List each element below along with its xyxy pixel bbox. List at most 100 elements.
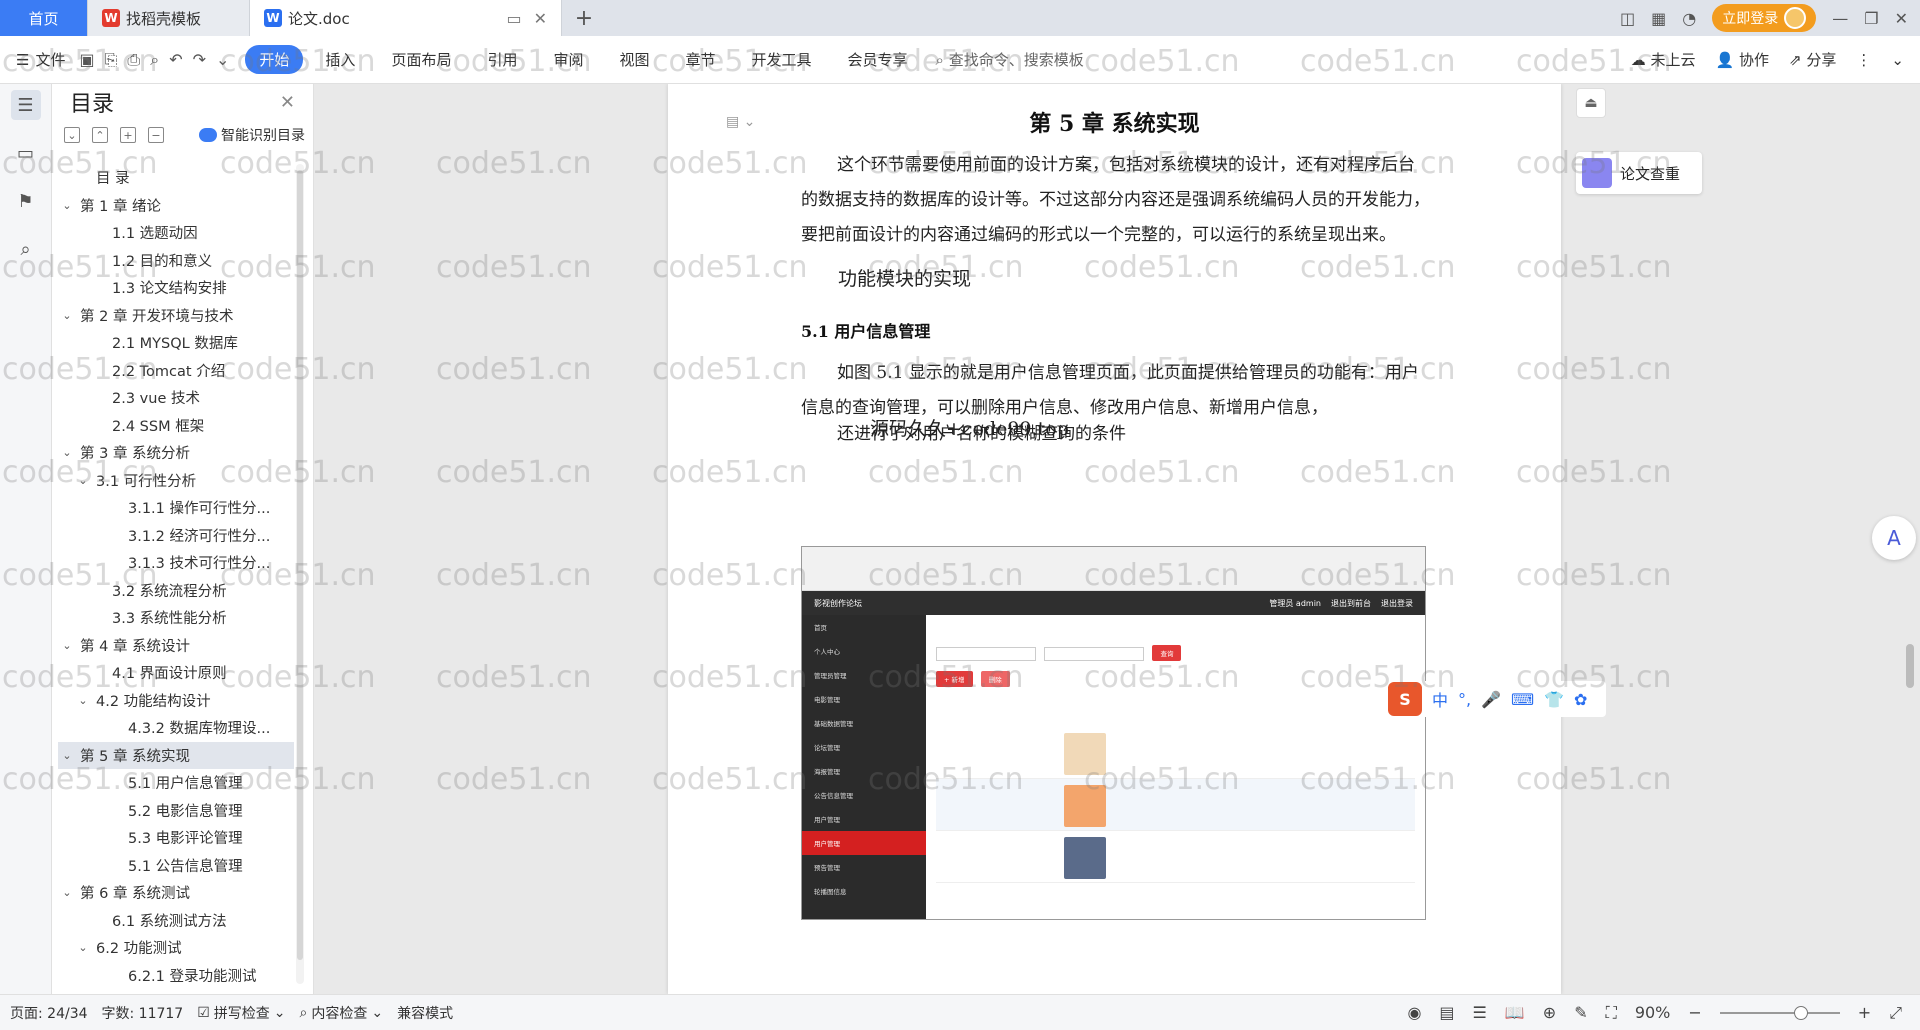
menu-section[interactable]: 章节 — [672, 45, 730, 74]
close-tab-icon[interactable]: ✕ — [534, 9, 547, 28]
add-tab-button[interactable]: + — [562, 0, 606, 36]
tab-document[interactable]: W 论文.doc ▭ ✕ — [250, 0, 562, 36]
chevron-down-icon[interactable]: ⌄ — [76, 694, 90, 707]
tab-template[interactable]: W 找稻壳模板 — [88, 0, 250, 36]
reading-view-icon[interactable]: 📖 — [1505, 1003, 1525, 1022]
save-icon[interactable]: ▣ — [79, 50, 94, 70]
menu-view[interactable]: 视图 — [605, 45, 663, 74]
ime-toolbar[interactable]: S 中 °, 🎤 ⌨ 👕 ✿ — [1382, 681, 1606, 717]
chevron-down-icon[interactable]: ⌄ — [60, 749, 74, 762]
assistant-float-icon[interactable]: A — [1872, 516, 1916, 560]
outline-view-icon[interactable]: ☰ — [1473, 1003, 1487, 1022]
undo-icon[interactable]: ↶ — [169, 50, 182, 70]
menu-page-layout[interactable]: 页面布局 — [377, 45, 465, 74]
toc-item[interactable]: 5.1 公告信息管理 — [58, 852, 294, 880]
menu-references[interactable]: 引用 — [473, 45, 531, 74]
toc-item[interactable]: 5.2 电影信息管理 — [58, 797, 294, 825]
collapse-all-icon[interactable]: ⌄ — [64, 127, 80, 143]
punctuation-icon[interactable]: °, — [1458, 690, 1471, 709]
cloud-status[interactable]: ☁ 未上云 — [1631, 49, 1696, 70]
collapse-ribbon-icon[interactable]: ⌄ — [1891, 51, 1904, 69]
toc-scrollbar[interactable] — [296, 164, 304, 984]
web-view-icon[interactable]: ⊕ — [1543, 1003, 1556, 1022]
ime-language[interactable]: 中 — [1432, 687, 1448, 711]
remove-heading-icon[interactable]: − — [148, 127, 164, 143]
zoom-in-icon[interactable]: + — [1858, 1003, 1871, 1022]
toc-item[interactable]: 5.3 电影评论管理 — [58, 824, 294, 852]
chevron-down-icon[interactable]: ⌄ — [76, 941, 90, 954]
toc-item[interactable]: 1.3 论文结构安排 — [58, 274, 294, 302]
print-icon[interactable]: ⎙ — [127, 50, 140, 70]
page-count[interactable]: 页面: 24/34 — [10, 1003, 88, 1023]
chevron-down-icon[interactable]: ⌄ — [60, 309, 74, 322]
toc-item[interactable]: ⌄ 3.1 可行性分析 — [58, 467, 294, 495]
smart-toc-button[interactable]: 智能识别目录 — [199, 125, 305, 145]
chapter-icon[interactable]: ▭ — [11, 138, 41, 168]
toc-item[interactable]: ⌄ 6.2 功能测试 — [58, 934, 294, 962]
command-search[interactable]: ⌕ 查找命令、搜索模板 — [936, 49, 1084, 70]
collapse-panel-icon[interactable]: ⏏ — [1576, 88, 1606, 118]
page-view-icon[interactable]: ▤ — [1439, 1003, 1454, 1022]
toc-item[interactable]: 3.1.2 经济可行性分... — [58, 522, 294, 550]
toc-icon[interactable]: ☰ — [10, 90, 41, 120]
bookmark-icon[interactable]: ⚑ — [11, 186, 41, 216]
toc-item[interactable]: 4.1 界面设计原则 — [58, 659, 294, 687]
toc-item[interactable]: 2.4 SSM 框架 — [58, 412, 294, 440]
login-button[interactable]: 立即登录 — [1712, 4, 1817, 32]
content-check-button[interactable]: ⌕ 内容检查 ⌄ — [300, 1003, 384, 1023]
tab-home[interactable]: 首页 — [0, 0, 88, 36]
skin-icon[interactable]: ◔ — [1682, 9, 1696, 28]
layout-icon[interactable]: ◫ — [1620, 9, 1635, 28]
zoom-level[interactable]: 90% — [1635, 1003, 1671, 1022]
toc-item[interactable]: 4.3.2 数据库物理设... — [58, 714, 294, 742]
chevron-down-icon[interactable]: ⌄ — [60, 886, 74, 899]
chevron-down-icon[interactable]: ⌄ — [60, 446, 74, 459]
apps-grid-icon[interactable]: ▦ — [1651, 9, 1666, 28]
preview-icon[interactable]: ⌕ — [150, 50, 159, 70]
dropdown-chevron-icon[interactable]: ⌄ — [216, 50, 229, 70]
toc-item[interactable]: ⌄ 第 2 章 开发环境与技术 — [58, 302, 294, 330]
toc-item[interactable]: 3.1.1 操作可行性分... — [58, 494, 294, 522]
skin-shirt-icon[interactable]: 👕 — [1544, 690, 1564, 709]
chevron-down-icon[interactable]: ⌄ — [76, 474, 90, 487]
restore-icon[interactable]: ❐ — [1864, 9, 1878, 28]
chevron-down-icon[interactable]: ⌄ — [60, 199, 74, 212]
screen-icon[interactable]: ▭ — [506, 9, 521, 28]
toc-item[interactable]: 2.1 MYSQL 数据库 — [58, 329, 294, 357]
menu-review[interactable]: 审阅 — [539, 45, 597, 74]
toc-item[interactable]: ⌄ 4.2 功能结构设计 — [58, 687, 294, 715]
menu-start[interactable]: 开始 — [245, 45, 304, 74]
toc-item[interactable]: ⌄ 第 1 章 绪论 — [58, 192, 294, 220]
collab-button[interactable]: 👤 协作 — [1716, 49, 1769, 70]
toc-item[interactable]: 2.3 vue 技术 — [58, 384, 294, 412]
file-menu[interactable]: ☰ 文件 — [16, 49, 65, 70]
toc-item[interactable]: 3.2 系统流程分析 — [58, 577, 294, 605]
fullscreen-icon[interactable]: ⤢ — [1889, 1003, 1902, 1023]
plagiarism-check-button[interactable]: 论文查重 — [1576, 152, 1702, 194]
toolbox-icon[interactable]: ✿ — [1574, 690, 1587, 709]
word-count[interactable]: 字数: 11717 — [102, 1003, 184, 1023]
zoom-slider[interactable] — [1719, 1005, 1840, 1020]
menu-developer[interactable]: 开发工具 — [738, 45, 826, 74]
menu-member[interactable]: 会员专享 — [834, 45, 922, 74]
export-icon[interactable]: ⎘ — [105, 50, 118, 70]
spell-check-button[interactable]: ☑ 拼写检查 ⌄ — [197, 1003, 285, 1023]
find-icon[interactable]: ⌕ — [11, 234, 41, 264]
close-window-icon[interactable]: ✕ — [1895, 9, 1908, 28]
toc-item[interactable]: ⌄ 第 3 章 系统分析 — [58, 439, 294, 467]
eye-protect-icon[interactable]: ◉ — [1407, 1003, 1421, 1022]
chevron-down-icon[interactable]: ⌄ — [60, 639, 74, 652]
document-page[interactable]: ▤ ⌄ 第 5 章 系统实现 这个环节需要使用前面的设计方案，包括对系统模块的设… — [668, 84, 1561, 994]
toc-item[interactable]: 6.2.1 登录功能测试 — [58, 962, 294, 984]
redo-icon[interactable]: ↷ — [193, 50, 206, 70]
toc-item[interactable]: ⌄ 第 5 章 系统实现 — [58, 741, 294, 769]
toc-item[interactable]: 目 录 — [58, 164, 294, 192]
zoom-out-icon[interactable]: − — [1688, 1003, 1701, 1022]
toc-item[interactable]: ⌄ 第 4 章 系统设计 — [58, 632, 294, 660]
fit-page-icon[interactable]: ⛶ — [1606, 1003, 1617, 1023]
toc-item[interactable]: 2.2 Tomcat 介绍 — [58, 357, 294, 385]
keyboard-icon[interactable]: ⌨ — [1511, 690, 1534, 709]
pen-icon[interactable]: ✎ — [1574, 1003, 1587, 1022]
share-button[interactable]: ⇗ 分享 — [1789, 49, 1836, 70]
toc-item[interactable]: 6.1 系统测试方法 — [58, 907, 294, 935]
